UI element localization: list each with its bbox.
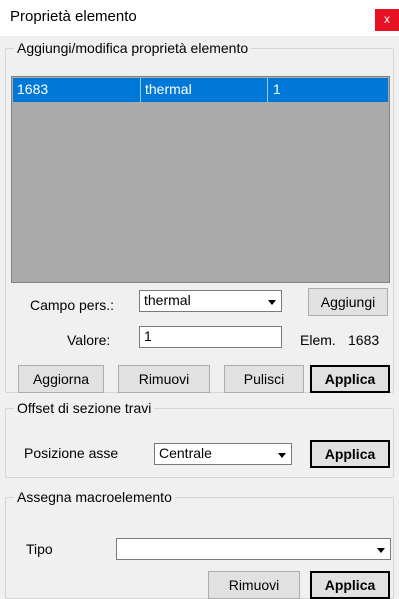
offset-group: Offset di sezione travi Posizione asse C… [5,400,394,478]
elem-value: 1683 [348,332,380,348]
list-row[interactable]: 1683 thermal 1 [13,78,388,102]
clear-button[interactable]: Pulisci [224,365,304,393]
axis-position-value: Centrale [159,445,212,461]
elem-label: Elem. [300,332,336,348]
type-label: Tipo [26,541,53,557]
update-button[interactable]: Aggiorna [18,365,104,393]
chevron-down-icon[interactable] [262,292,280,310]
macro-apply-button[interactable]: Applica [310,571,390,599]
add-button[interactable]: Aggiungi [308,288,388,316]
offset-group-title: Offset di sezione travi [14,400,155,416]
chevron-down-icon[interactable] [272,445,290,463]
custom-field-value: thermal [144,292,191,308]
value-input-text: 1 [144,328,152,344]
properties-group-title: Aggiungi/modifica proprietà elemento [14,40,252,56]
chevron-down-icon[interactable] [371,540,389,558]
value-input[interactable]: 1 [139,326,282,348]
dialog-body: Aggiungi/modifica proprietà elemento 168… [0,36,399,599]
column-separator [140,78,141,102]
remove-button[interactable]: Rimuovi [118,365,210,393]
properties-list[interactable]: 1683 thermal 1 [11,76,390,283]
offset-apply-button[interactable]: Applica [310,440,390,468]
apply-button[interactable]: Applica [310,365,390,393]
axis-position-label: Posizione asse [24,445,119,461]
macro-group: Assegna macroelemento Tipo Rimuovi Appli… [5,489,394,599]
properties-group: Aggiungi/modifica proprietà elemento 168… [5,40,394,393]
close-icon: x [384,12,390,26]
close-button[interactable]: x [375,9,399,31]
custom-field-label: Campo pers.: [30,297,115,313]
title-bar: Proprietà elemento x [0,0,399,36]
column-separator [267,78,268,102]
window-title: Proprietà elemento [10,8,137,25]
macro-group-title: Assegna macroelemento [14,489,175,505]
macro-remove-button[interactable]: Rimuovi [208,571,300,599]
axis-position-combo[interactable]: Centrale [154,443,292,465]
list-cell-field: thermal [145,81,192,97]
value-label: Valore: [67,332,111,348]
list-cell-value: 1 [273,81,281,97]
custom-field-combo[interactable]: thermal [139,290,282,312]
list-cell-id: 1683 [17,81,49,97]
type-combo[interactable] [116,538,391,560]
